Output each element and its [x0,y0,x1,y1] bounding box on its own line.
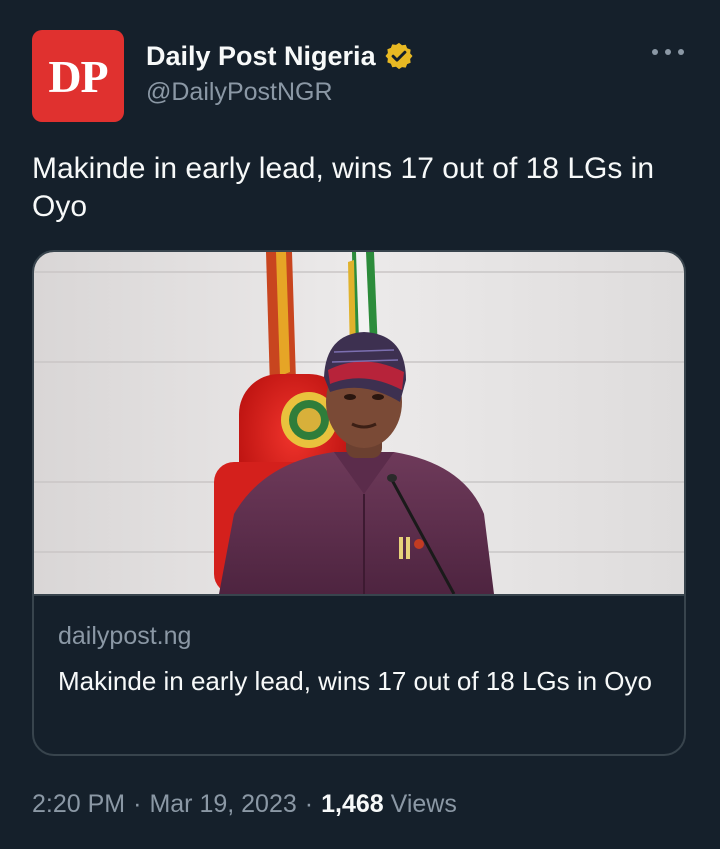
tweet-meta: 2:20 PM · Mar 19, 2023 · 1,468 Views [32,790,457,819]
author-handle[interactable]: @DailyPostNGR [146,78,333,107]
views-count: 1,468 [321,790,384,818]
more-dot [652,49,658,55]
link-card[interactable]: dailypost.ng Makinde in early lead, wins… [32,250,686,756]
meta-separator: · [133,790,142,818]
tweet: DP Daily Post Nigeria @DailyPostNGR Maki… [0,0,720,849]
card-domain: dailypost.ng [58,622,192,650]
views-label: Views [390,790,457,818]
meta-separator: · [304,790,314,818]
author-name-row[interactable]: Daily Post Nigeria [146,38,414,74]
tweet-date[interactable]: Mar 19, 2023 [149,790,296,818]
more-dot [665,49,671,55]
more-dot [678,49,684,55]
author-display-name[interactable]: Daily Post Nigeria [146,41,376,72]
verified-badge-icon [384,41,414,71]
more-options-icon[interactable] [652,40,684,64]
avatar[interactable]: DP [32,30,124,122]
avatar-logo-text: DP [48,50,108,102]
tweet-time[interactable]: 2:20 PM [32,790,125,818]
card-divider [34,594,684,596]
card-image[interactable] [34,252,684,594]
tweet-text: Makinde in early lead, wins 17 out of 18… [32,152,655,223]
card-title[interactable]: Makinde in early lead, wins 17 out of 18… [58,662,658,700]
